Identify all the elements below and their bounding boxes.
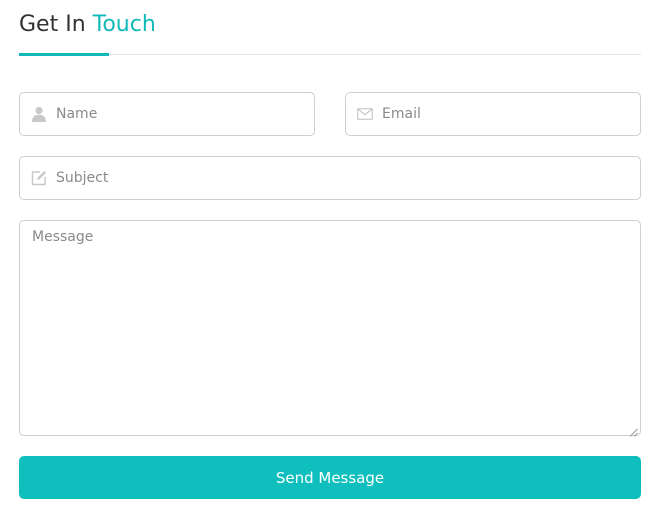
- email-placeholder: Email: [382, 106, 421, 122]
- email-field[interactable]: Email: [345, 92, 641, 136]
- subject-placeholder: Subject: [56, 170, 109, 186]
- title-divider: [19, 54, 641, 55]
- resize-handle-icon[interactable]: [629, 424, 638, 437]
- section-title: Get In Touch: [19, 12, 156, 37]
- name-field[interactable]: Name: [19, 92, 315, 136]
- send-message-button[interactable]: Send Message: [19, 456, 641, 499]
- envelope-icon: [356, 105, 374, 123]
- subject-field[interactable]: Subject: [19, 156, 641, 200]
- title-prefix: Get In: [19, 12, 86, 37]
- edit-icon: [30, 169, 48, 187]
- message-textarea[interactable]: Message: [19, 220, 641, 437]
- title-accent: Touch: [92, 12, 156, 37]
- user-icon: [30, 105, 48, 123]
- title-accent-underline: [19, 53, 109, 56]
- message-placeholder: Message: [32, 229, 94, 245]
- name-placeholder: Name: [56, 106, 98, 122]
